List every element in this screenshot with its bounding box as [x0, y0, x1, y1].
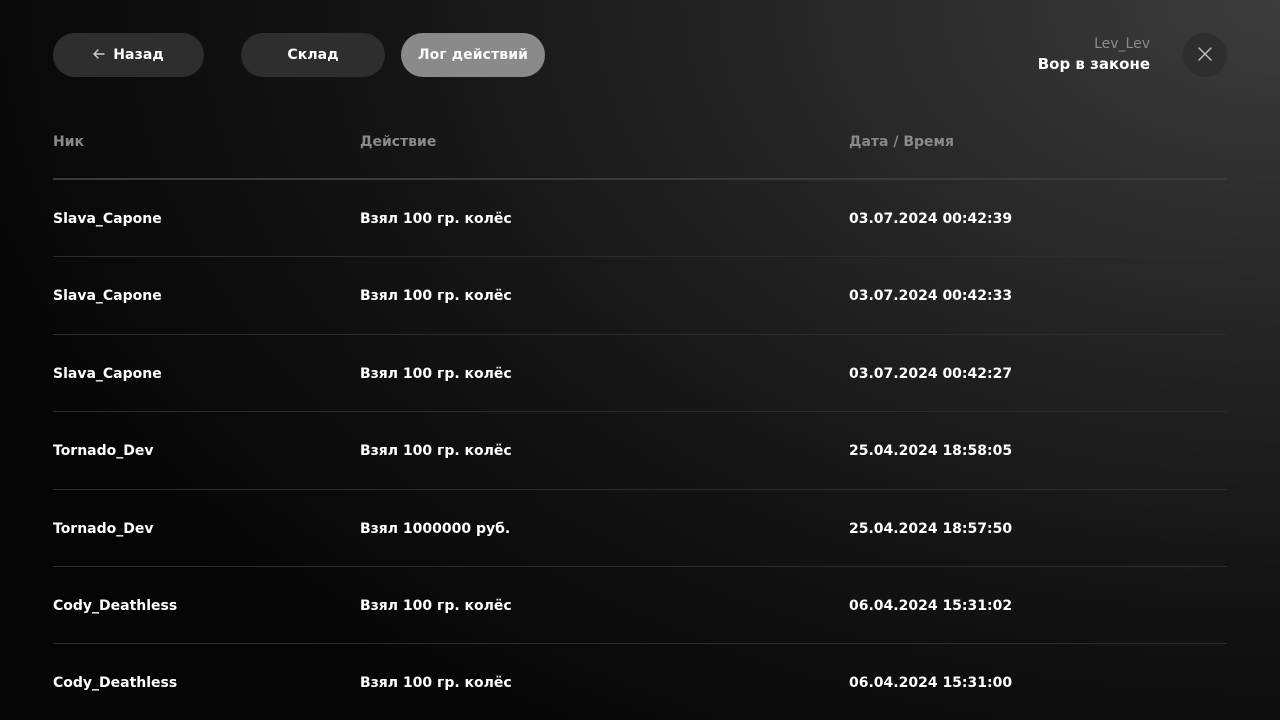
close-button[interactable] [1183, 33, 1227, 77]
table-row: Slava_Capone Взял 100 гр. колёс 03.07.20… [53, 257, 1227, 335]
column-header-datetime: Дата / Время [849, 134, 954, 150]
cell-action: Взял 100 гр. колёс [360, 288, 512, 305]
back-button-label: Назад [113, 47, 164, 63]
user-rank: Вор в законе [1037, 55, 1150, 73]
table-row: Cody_Deathless Взял 100 гр. колёс 06.04.… [53, 644, 1227, 720]
cell-nick: Cody_Deathless [53, 675, 178, 692]
cell-nick: Slava_Capone [53, 211, 162, 227]
back-button[interactable]: Назад [53, 33, 204, 77]
cell-nick: Cody_Deathless [53, 597, 178, 614]
tab-stock-label: Склад [287, 47, 339, 63]
cell-action: Взял 1000000 руб. [360, 520, 511, 537]
table-header: Ник Действие Дата / Время [53, 104, 1227, 180]
table-row: Tornado_Dev Взял 1000000 руб. 25.04.2024… [53, 490, 1227, 567]
cell-datetime: 03.07.2024 00:42:39 [849, 211, 1013, 227]
tab-stock[interactable]: Склад [241, 33, 385, 77]
arrow-left-icon [93, 47, 105, 63]
cell-action: Взял 100 гр. колёс [360, 443, 512, 460]
top-bar: Назад Склад Лог действий Lev_Lev Вор в з… [53, 33, 1227, 77]
tab-action-log-label: Лог действий [417, 47, 529, 63]
column-header-action: Действие [360, 134, 437, 150]
cell-datetime: 25.04.2024 18:58:05 [849, 443, 1013, 460]
cell-action: Взял 100 гр. колёс [360, 365, 512, 382]
cell-nick: Slava_Capone [53, 365, 162, 382]
table-row: Cody_Deathless Взял 100 гр. колёс 06.04.… [53, 567, 1227, 645]
user-nick: Lev_Lev [1094, 36, 1150, 52]
close-icon [1198, 46, 1212, 65]
cell-nick: Tornado_Dev [53, 443, 154, 460]
cell-datetime: 06.04.2024 15:31:00 [849, 675, 1013, 692]
cell-nick: Tornado_Dev [53, 520, 154, 537]
tab-action-log[interactable]: Лог действий [401, 33, 545, 77]
cell-datetime: 25.04.2024 18:57:50 [849, 520, 1013, 537]
table-row: Tornado_Dev Взял 100 гр. колёс 25.04.202… [53, 412, 1227, 490]
cell-datetime: 03.07.2024 00:42:33 [849, 288, 1013, 305]
cell-datetime: 06.04.2024 15:31:02 [849, 597, 1013, 614]
column-header-nick: Ник [53, 134, 85, 150]
cell-action: Взял 100 гр. колёс [360, 211, 512, 227]
action-log-table: Ник Действие Дата / Время Slava_Capone В… [53, 104, 1227, 720]
cell-action: Взял 100 гр. колёс [360, 675, 512, 692]
cell-datetime: 03.07.2024 00:42:27 [849, 365, 1013, 382]
table-row: Slava_Capone Взял 100 гр. колёс 03.07.20… [53, 180, 1227, 258]
cell-action: Взял 100 гр. колёс [360, 597, 512, 614]
table-row: Slava_Capone Взял 100 гр. колёс 03.07.20… [53, 335, 1227, 413]
user-info: Lev_Lev Вор в законе [1038, 35, 1150, 75]
cell-nick: Slava_Capone [53, 288, 162, 305]
